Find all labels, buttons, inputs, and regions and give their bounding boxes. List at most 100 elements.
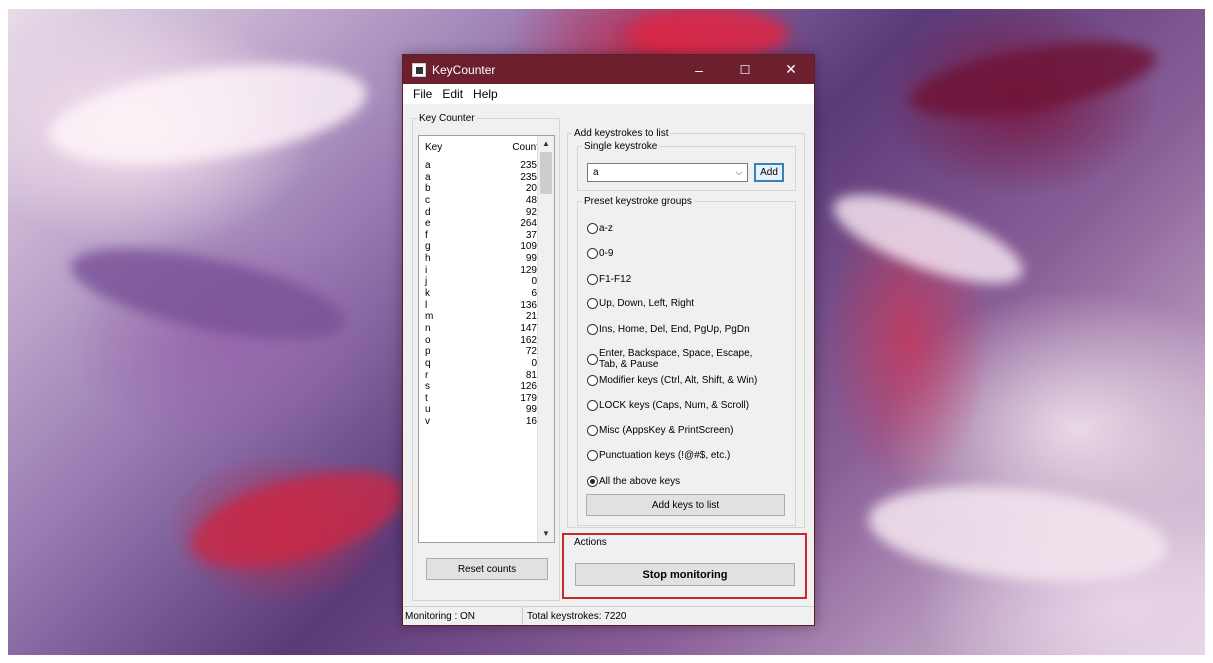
list-rows: a 235 a 235 b 20 c 48 d 92 e 264 f 37 g 109 h 99 i 129 j 0 k 6 l… — [419, 160, 537, 428]
count-cell: 48 — [525, 194, 537, 206]
key-cell: q — [425, 357, 431, 369]
preset-radio-label: Enter, Backspace, Space, Escape, Tab, & … — [599, 348, 753, 370]
single-keystroke-select[interactable]: a ⌵ — [587, 163, 748, 182]
app-icon — [412, 62, 426, 77]
count-cell: 16 — [525, 416, 537, 428]
key-cell: j — [425, 276, 428, 288]
radio-circle[interactable] — [587, 324, 598, 335]
add-keys-to-list-button[interactable]: Add keys to list — [586, 494, 785, 516]
radio-circle[interactable] — [587, 450, 598, 461]
table-row[interactable]: p 72 — [419, 346, 537, 358]
table-row[interactable]: t 179 — [419, 393, 537, 405]
minimize-button[interactable]: – — [676, 55, 722, 84]
key-cell: a — [425, 160, 431, 171]
key-cell: a — [425, 171, 431, 183]
table-row[interactable]: j0 — [419, 276, 537, 288]
key-cell: d — [425, 206, 431, 218]
table-row[interactable]: s 126 — [419, 381, 537, 393]
column-header-count[interactable]: Count — [495, 142, 539, 153]
chevron-down-icon[interactable]: ⌵ — [731, 164, 747, 181]
count-cell: 129 — [520, 264, 537, 276]
key-counter-group-label: Key Counter — [419, 113, 475, 124]
list-scrollbar[interactable]: ▲ ▼ — [537, 136, 554, 542]
preset-radio-misc-appskey-printscreen[interactable]: Misc (AppsKey & PrintScreen) — [587, 425, 734, 436]
preset-radio-all-the-above-keys[interactable]: All the above keys — [587, 476, 680, 487]
radio-circle[interactable] — [587, 425, 598, 436]
count-cell: 179 — [520, 392, 537, 404]
table-row[interactable]: k6 — [419, 288, 537, 300]
table-row[interactable]: a 235 — [419, 172, 537, 184]
maximize-button[interactable]: ☐ — [722, 55, 768, 84]
key-cell: b — [425, 183, 431, 195]
radio-circle[interactable] — [587, 400, 598, 411]
preset-radio-modifier-keys-ctrl-alt-shift-win[interactable]: Modifier keys (Ctrl, Alt, Shift, & Win) — [587, 375, 757, 386]
key-cell: f — [425, 229, 428, 241]
count-cell: 99 — [525, 404, 537, 416]
single-keystroke-value: a — [593, 167, 599, 178]
preset-radio-lock-keys-caps-num-scroll[interactable]: LOCK keys (Caps, Num, & Scroll) — [587, 400, 749, 411]
preset-radio-label: Misc (AppsKey & PrintScreen) — [599, 425, 734, 436]
radio-circle[interactable] — [587, 274, 598, 285]
key-cell: v — [425, 416, 430, 428]
key-cell: s — [425, 381, 430, 393]
preset-radio-label: F1-F12 — [599, 274, 632, 285]
count-cell: 21 — [525, 311, 537, 323]
preset-radio-ins-home-del-end-pgup-pgdn[interactable]: Ins, Home, Del, End, PgUp, PgDn — [587, 324, 750, 335]
key-cell: r — [425, 369, 429, 381]
scroll-down-icon[interactable]: ▼ — [538, 526, 554, 542]
radio-circle[interactable] — [587, 353, 598, 365]
key-cell: g — [425, 241, 431, 253]
radio-circle[interactable] — [587, 375, 598, 386]
preset-radio-a-z[interactable]: a-z — [587, 223, 613, 234]
title-bar[interactable]: KeyCounter – ☐ ✕ — [403, 55, 814, 84]
count-cell: 72 — [525, 346, 537, 358]
table-row[interactable]: u 99 — [419, 404, 537, 416]
preset-radio-up-down-left-right[interactable]: Up, Down, Left, Right — [587, 298, 694, 309]
radio-circle[interactable] — [587, 476, 598, 487]
table-row[interactable]: l 136 — [419, 300, 537, 312]
table-row[interactable]: r 81 — [419, 370, 537, 382]
count-cell: 162 — [520, 334, 537, 346]
close-button[interactable]: ✕ — [768, 55, 814, 84]
radio-circle[interactable] — [587, 248, 598, 259]
menu-help[interactable]: Help — [468, 87, 503, 101]
key-cell: i — [425, 264, 428, 276]
scroll-up-icon[interactable]: ▲ — [538, 136, 554, 152]
radio-circle[interactable] — [587, 298, 598, 309]
single-keystroke-label: Single keystroke — [584, 141, 658, 152]
count-cell: 136 — [520, 299, 537, 311]
add-button[interactable]: Add — [754, 163, 784, 182]
table-row[interactable]: d 92 — [419, 207, 537, 219]
preset-radio-f1-f12[interactable]: F1-F12 — [587, 274, 631, 285]
table-row[interactable]: c 48 — [419, 195, 537, 207]
count-cell: 37 — [525, 229, 537, 241]
status-bar: Monitoring : ON Total keystrokes: 7220 — [403, 606, 814, 625]
table-row[interactable]: i 129 — [419, 265, 537, 277]
table-row[interactable]: f 37 — [419, 230, 537, 242]
column-header-key[interactable]: Key — [425, 142, 495, 153]
preset-groups-label: Preset keystroke groups — [584, 196, 692, 207]
table-row[interactable]: n 147 — [419, 323, 537, 335]
preset-radio-label: Modifier keys (Ctrl, Alt, Shift, & Win) — [599, 375, 758, 386]
preset-radio-label: 0-9 — [599, 248, 614, 259]
radio-circle[interactable] — [587, 223, 598, 234]
table-row[interactable]: q0 — [419, 358, 537, 370]
table-row[interactable]: h 99 — [419, 253, 537, 265]
table-row[interactable]: o 162 — [419, 335, 537, 347]
preset-radio-label: a-z — [599, 223, 613, 234]
preset-radio-enter-backspace-space-escape-tab-pause[interactable]: Enter, Backspace, Space, Escape, Tab, & … — [587, 348, 752, 370]
table-row[interactable]: m 21 — [419, 311, 537, 323]
count-cell: 109 — [520, 241, 537, 253]
scroll-thumb[interactable] — [540, 152, 552, 194]
reset-counts-button[interactable]: Reset counts — [426, 558, 548, 580]
preset-radio-punctuation-keys-etc[interactable]: Punctuation keys (!@#$, etc.) — [587, 450, 730, 461]
preset-radio-0-9[interactable]: 0-9 — [587, 248, 613, 259]
table-row[interactable]: e 264 — [419, 218, 537, 230]
table-row[interactable]: g 109 — [419, 241, 537, 253]
menu-edit[interactable]: Edit — [437, 87, 468, 101]
table-row[interactable]: b 20 — [419, 183, 537, 195]
table-row[interactable]: v 16 — [419, 416, 537, 428]
key-count-list[interactable]: Key Count a 235 a 235 b 20 c 48 d 92 e 264 f 37 g 109 h 9… — [418, 135, 555, 543]
table-row[interactable]: a 235 — [419, 160, 537, 172]
menu-file[interactable]: File — [408, 87, 437, 101]
